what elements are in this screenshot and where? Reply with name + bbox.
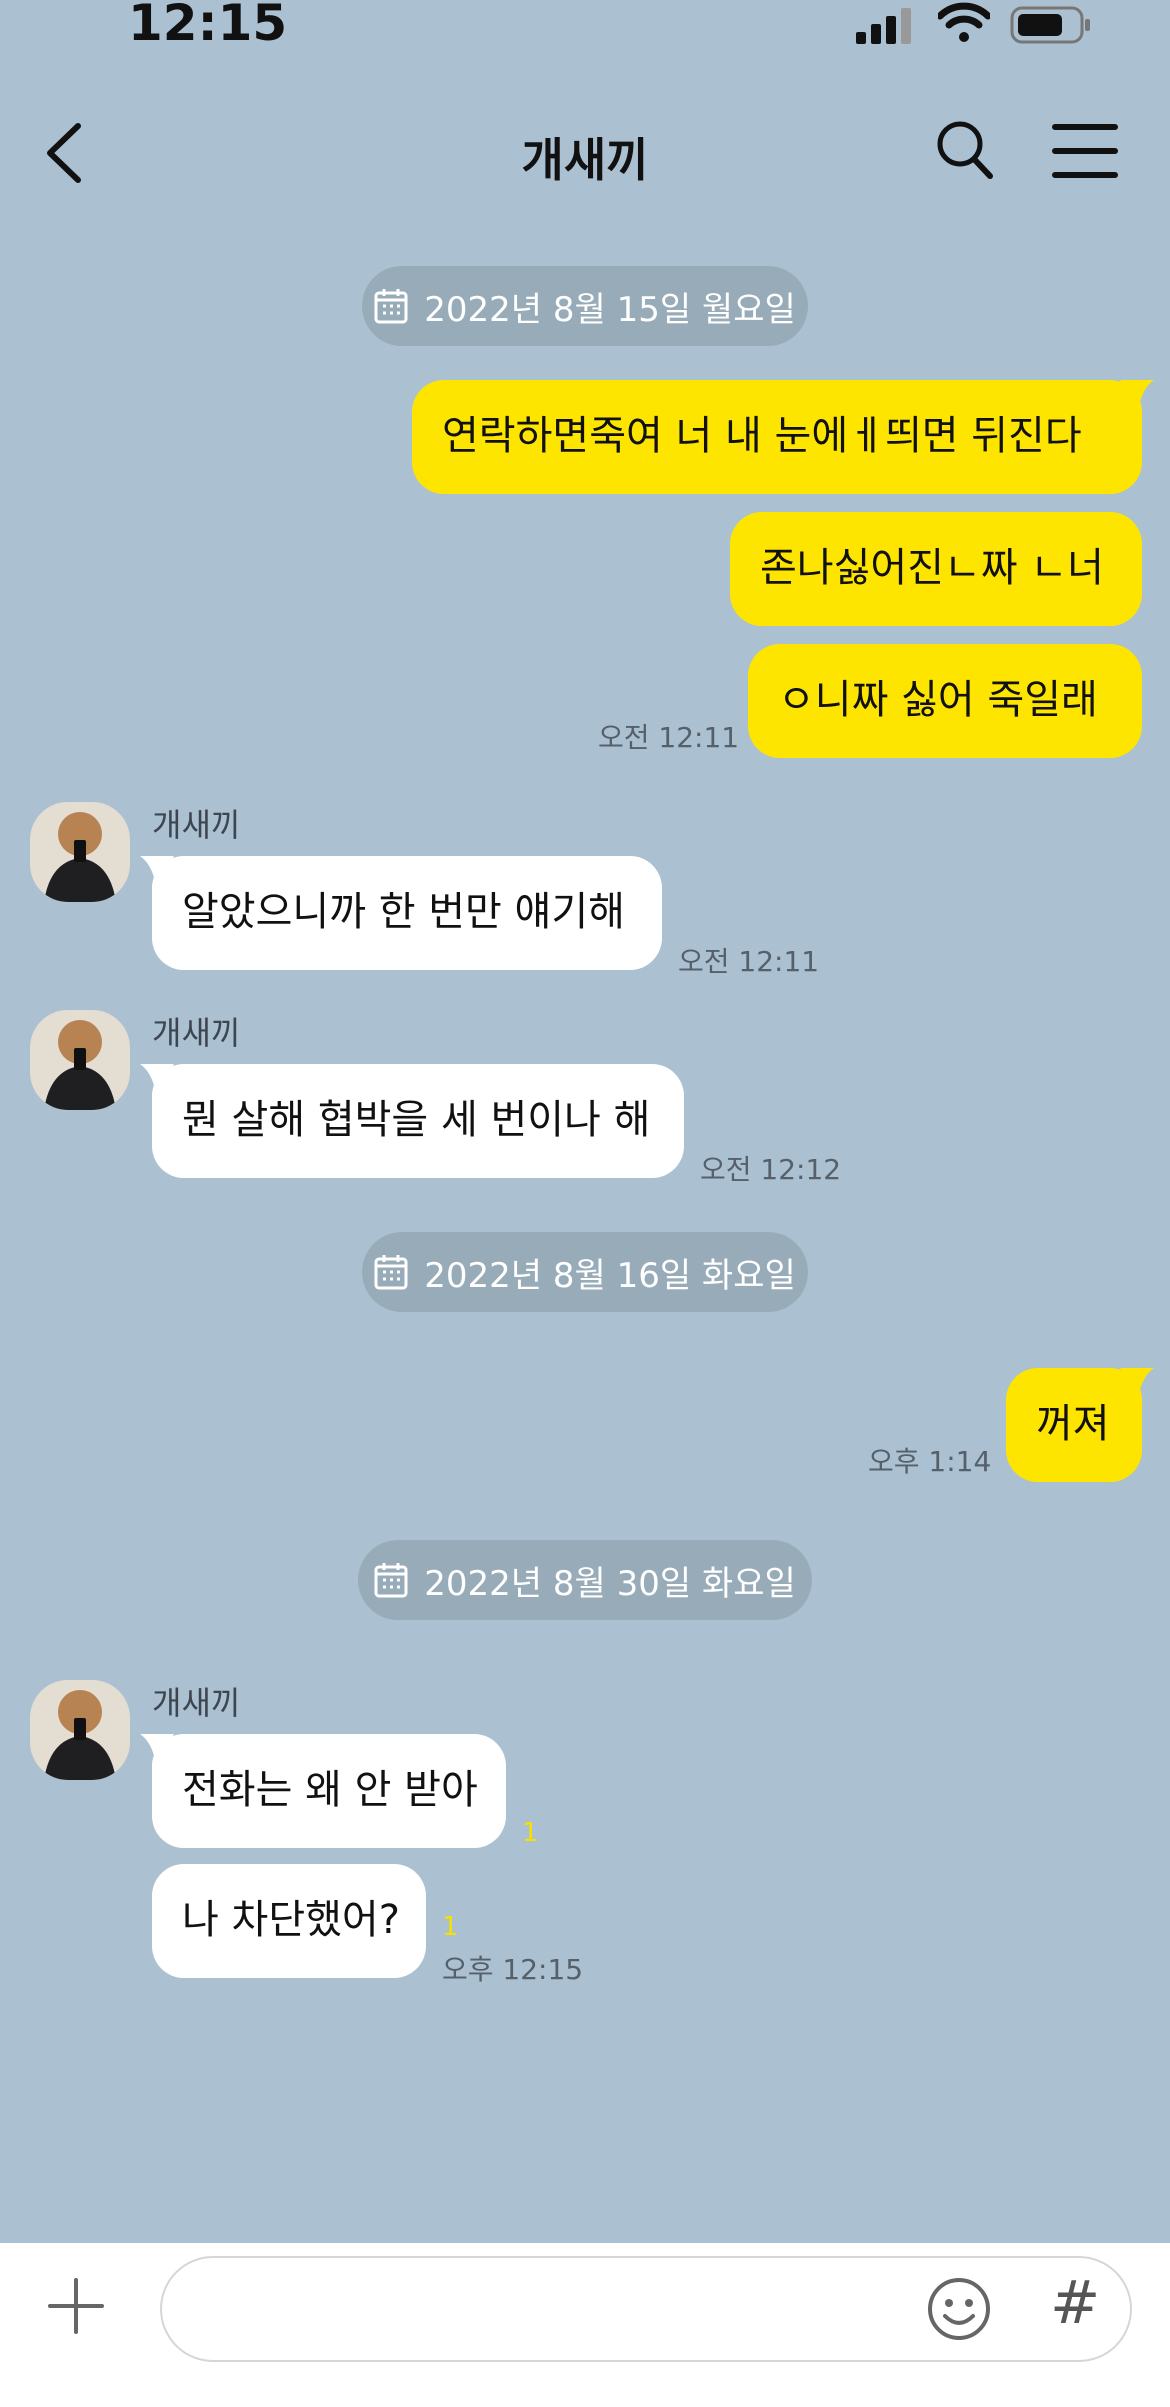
hashtag-search-button[interactable]: # <box>1050 2268 1100 2338</box>
battery-icon <box>1010 6 1090 44</box>
my-message-bubble[interactable]: 꺼져 <box>1006 1368 1154 1482</box>
message-text: 뭔 살해 협박을 세 번이나 해 <box>182 1097 651 1143</box>
message-time: 오전 12:12 <box>700 1153 842 1186</box>
date-label: 2022년 8월 30일 화요일 <box>424 1563 796 1604</box>
my-message-bubble[interactable]: 존나싫어진ㄴ짜 ㄴ너 <box>730 512 1142 626</box>
message-text: ㅇ니짜 싫어 죽일래 <box>778 677 1098 723</box>
emoji-icon[interactable] <box>926 2276 992 2342</box>
their-message-bubble[interactable]: 알았으니까 한 번만 얘기해 <box>140 856 662 970</box>
their-message-bubble[interactable]: 전화는 왜 안 받아 <box>140 1734 506 1848</box>
message-time: 오후 12:15 <box>442 1953 584 1986</box>
bubble-tail <box>1120 1368 1154 1398</box>
chat-title: 개새끼 <box>521 133 649 187</box>
date-divider: 2022년 8월 15일 월요일 <box>362 266 808 346</box>
bubble-tail <box>140 856 174 886</box>
message-time: 오전 12:11 <box>598 721 740 754</box>
calendar-icon <box>374 289 408 324</box>
wifi-icon <box>938 2 990 42</box>
avatar[interactable] <box>30 1680 130 1780</box>
unread-count: 1 <box>522 1818 539 1848</box>
message-text: 알았으니까 한 번만 얘기해 <box>182 889 625 935</box>
their-message-bubble[interactable]: 뭔 살해 협박을 세 번이나 해 <box>140 1064 684 1178</box>
avatar-photo <box>30 1010 130 1110</box>
bubble-tail <box>140 1064 174 1094</box>
menu-icon[interactable] <box>1052 122 1118 180</box>
message-text: 꺼져 <box>1036 1401 1110 1447</box>
unread-count: 1 <box>442 1912 459 1942</box>
message-text: 전화는 왜 안 받아 <box>182 1767 478 1813</box>
status-time: 12:15 <box>128 0 288 52</box>
bubble-tail <box>140 1734 174 1764</box>
avatar[interactable] <box>30 802 130 902</box>
calendar-icon <box>374 1563 408 1598</box>
message-time: 오후 1:14 <box>868 1445 992 1478</box>
sender-name: 개새끼 <box>152 1014 241 1052</box>
calendar-icon <box>374 1255 408 1290</box>
plus-icon[interactable] <box>48 2278 104 2334</box>
message-text: 나 차단했어? <box>182 1897 400 1943</box>
avatar[interactable] <box>30 1010 130 1110</box>
search-icon[interactable] <box>934 118 994 182</box>
my-message-bubble[interactable]: 연락하면죽여 너 내 눈에ㅔ띄면 뒤진다 <box>412 380 1154 494</box>
message-time: 오전 12:11 <box>678 945 820 978</box>
date-divider: 2022년 8월 30일 화요일 <box>358 1540 812 1620</box>
date-label: 2022년 8월 15일 월요일 <box>424 289 796 330</box>
sender-name: 개새끼 <box>152 1684 241 1722</box>
date-divider: 2022년 8월 16일 화요일 <box>362 1232 808 1312</box>
cellular-signal-icon <box>856 8 911 44</box>
avatar-photo <box>30 1680 130 1780</box>
message-text: 연락하면죽여 너 내 눈에ㅔ띄면 뒤진다 <box>442 413 1082 459</box>
my-message-bubble[interactable]: ㅇ니짜 싫어 죽일래 <box>748 644 1142 758</box>
message-text: 존나싫어진ㄴ짜 ㄴ너 <box>760 545 1104 591</box>
avatar-photo <box>30 802 130 902</box>
date-label: 2022년 8월 16일 화요일 <box>424 1255 796 1296</box>
bubble-tail <box>1120 380 1154 410</box>
sender-name: 개새끼 <box>152 806 241 844</box>
their-message-bubble[interactable]: 나 차단했어? <box>152 1864 426 1978</box>
